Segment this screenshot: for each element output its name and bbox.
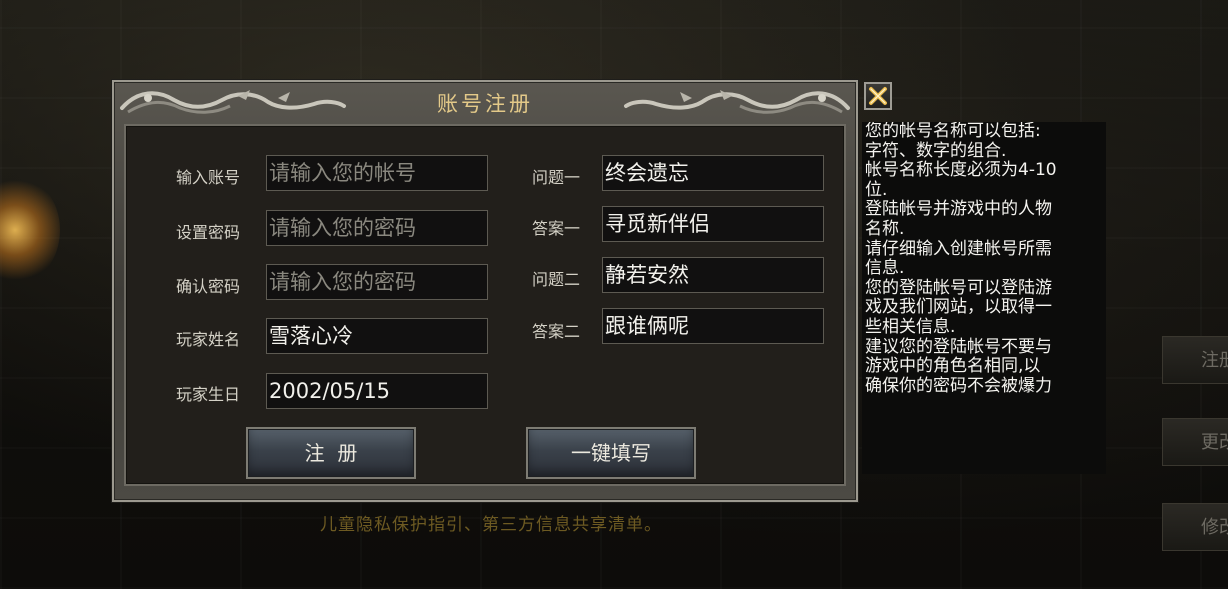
question-one-label: 问题一 bbox=[532, 168, 581, 187]
player-name-input[interactable]: 雪落心冷 bbox=[266, 318, 488, 354]
question-two-input[interactable]: 静若安然 bbox=[602, 257, 824, 293]
help-line: 信息. bbox=[865, 258, 905, 279]
player-birthday-label: 玩家生日 bbox=[176, 385, 241, 404]
answer-one-input[interactable]: 寻觅新伴侣 bbox=[602, 206, 824, 242]
help-line: 位. bbox=[865, 179, 888, 200]
player-birthday-input[interactable]: 2002/05/15 bbox=[266, 373, 488, 409]
confirm-password-input[interactable]: 请输入您的密码 bbox=[266, 264, 488, 300]
account-label: 输入账号 bbox=[176, 168, 241, 187]
close-x-icon bbox=[869, 87, 887, 105]
help-text-panel: 您的帐号名称可以包括: 字符、数字的组合. 帐号名称长度必须为4-10 位. 登… bbox=[862, 122, 1106, 474]
background-side-button-register: 注册 bbox=[1162, 336, 1228, 384]
help-line: 字符、数字的组合. bbox=[865, 140, 1007, 161]
password-input[interactable]: 请输入您的密码 bbox=[266, 210, 488, 246]
answer-one-label: 答案一 bbox=[532, 219, 581, 238]
register-button[interactable]: 注 册 bbox=[246, 427, 416, 479]
confirm-password-label: 确认密码 bbox=[176, 277, 241, 296]
help-line: 帐号名称长度必须为4-10 bbox=[865, 160, 1057, 181]
autofill-button[interactable]: 一键填写 bbox=[526, 427, 696, 479]
dialog-header: 账号注册 bbox=[114, 82, 856, 122]
question-one-input[interactable]: 终会遗忘 bbox=[602, 155, 824, 191]
answer-two-input[interactable]: 跟谁俩呢 bbox=[602, 308, 824, 344]
dialog-title: 账号注册 bbox=[437, 92, 533, 116]
help-line: 游戏中的角色名相同,以 bbox=[865, 356, 1041, 377]
background-side-button-change: 更改 bbox=[1162, 418, 1228, 466]
help-line: 名称. bbox=[865, 218, 905, 239]
help-line: 请仔细输入创建帐号所需 bbox=[865, 238, 1052, 259]
help-line: 戏及我们网站，以取得一 bbox=[865, 297, 1052, 318]
dialog-form-panel: 输入账号 设置密码 确认密码 玩家姓名 玩家生日 请输入您的帐号 请输入您的密码… bbox=[124, 124, 846, 486]
password-label: 设置密码 bbox=[176, 223, 241, 242]
help-line: 确保你的密码不会被爆力 bbox=[865, 375, 1052, 396]
answer-two-label: 答案二 bbox=[532, 322, 581, 341]
account-register-dialog: 账号注册 输入账号 设置密码 确认密码 玩家姓名 玩家生日 请输入您的帐号 请输… bbox=[112, 80, 858, 502]
privacy-links-text: 儿童隐私保护指引、第三方信息共享清单。 bbox=[320, 515, 662, 535]
player-name-label: 玩家姓名 bbox=[176, 330, 241, 349]
help-line: 些相关信息. bbox=[865, 316, 956, 337]
background-side-button-modify: 修改 bbox=[1162, 503, 1228, 551]
help-line: 登陆帐号并游戏中的人物 bbox=[865, 199, 1052, 220]
close-button[interactable] bbox=[864, 82, 892, 110]
question-two-label: 问题二 bbox=[532, 270, 581, 289]
help-line: 您的登陆帐号可以登陆游 bbox=[865, 277, 1052, 298]
help-line: 建议您的登陆帐号不要与 bbox=[865, 336, 1052, 357]
account-input[interactable]: 请输入您的帐号 bbox=[266, 155, 488, 191]
game-screen: 注册 更改 修改 儿童隐私保护指引、第三方信息共享清单。 账号注册 输入账号 设… bbox=[0, 0, 1228, 589]
help-line: 您的帐号名称可以包括: bbox=[865, 122, 1041, 141]
